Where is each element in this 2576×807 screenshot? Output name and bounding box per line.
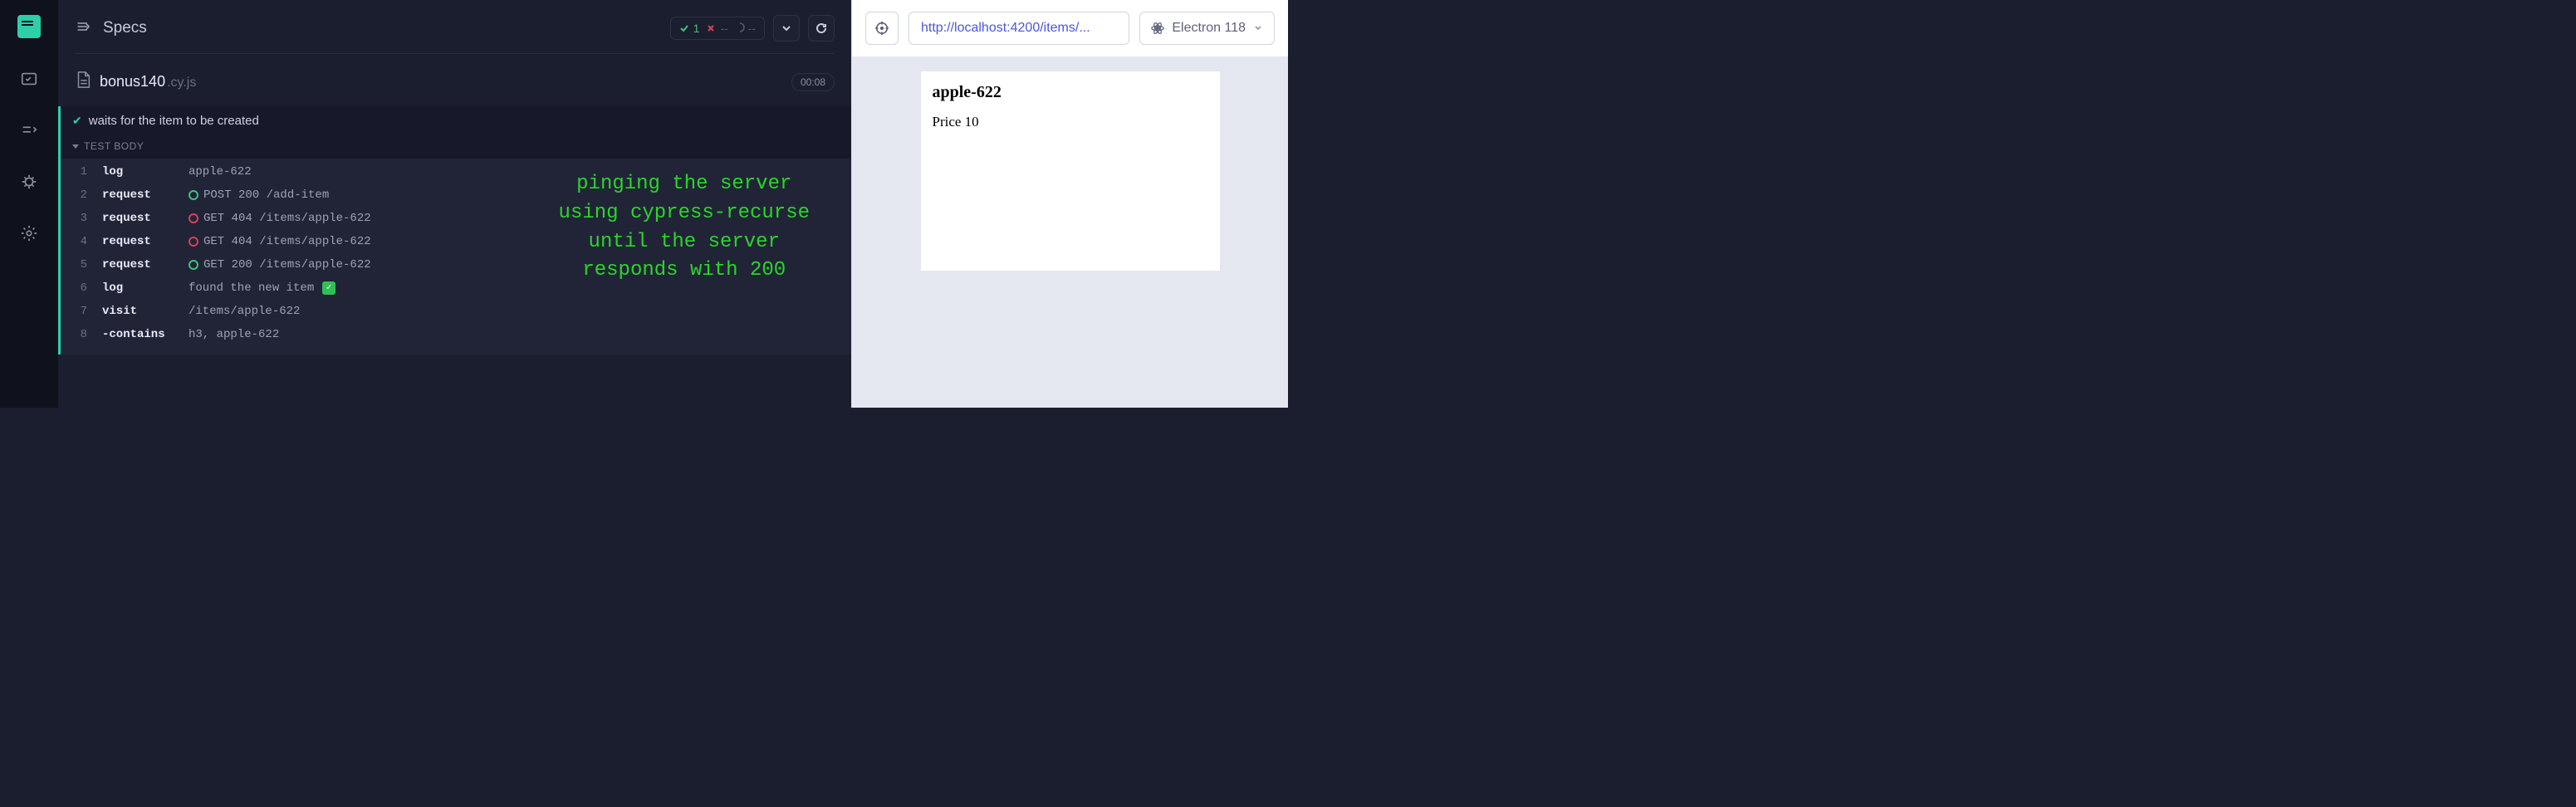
url-display[interactable]: http://localhost:4200/items/... — [908, 12, 1129, 45]
command-log: 1 log apple-622 2 request POST 200 /add-item 3… — [61, 159, 851, 355]
line-number: 1 — [72, 165, 87, 179]
selector-playground-button[interactable] — [865, 12, 899, 45]
command-row[interactable]: 3 request GET 404 /items/apple-622 — [61, 207, 851, 230]
command-name: request — [102, 258, 174, 271]
debug-nav-icon[interactable] — [18, 171, 40, 193]
command-name: request — [102, 235, 174, 248]
command-args: GET 200 /items/apple-622 — [189, 258, 371, 271]
command-row[interactable]: 6 log found the new item✓ — [61, 276, 851, 300]
spec-name: bonus140 — [100, 73, 165, 90]
command-name: request — [102, 188, 174, 202]
check-icon: ✔ — [72, 114, 82, 128]
pass-count: 1 — [679, 22, 700, 35]
command-args: found the new item✓ — [189, 281, 335, 295]
line-number: 7 — [72, 305, 87, 318]
success-badge-icon: ✓ — [322, 281, 335, 295]
runs-nav-icon[interactable] — [18, 120, 40, 141]
specs-nav-icon[interactable] — [18, 68, 40, 90]
line-number: 8 — [72, 328, 87, 341]
line-number: 6 — [72, 281, 87, 295]
item-price: Price 10 — [933, 114, 1208, 130]
command-name: request — [102, 212, 174, 225]
command-name: log — [102, 281, 174, 295]
command-args: apple-622 — [189, 165, 252, 179]
command-args: h3, apple-622 — [189, 328, 279, 341]
runner-top-row: Specs 1 -- -- — [58, 15, 851, 50]
chevron-down-button[interactable] — [773, 15, 800, 42]
chevron-down-icon — [72, 144, 79, 149]
command-args: /items/apple-622 — [189, 305, 300, 318]
line-number: 3 — [72, 212, 87, 225]
command-name: visit — [102, 305, 174, 318]
status-success-icon — [189, 190, 198, 200]
cypress-logo-icon — [17, 15, 41, 38]
run-status-box: 1 -- -- — [670, 17, 765, 40]
line-number: 4 — [72, 235, 87, 248]
preview-body: apple-622 Price 10 — [852, 56, 1288, 408]
command-row[interactable]: 1 log apple-622 — [61, 160, 851, 183]
file-icon — [75, 71, 91, 93]
status-success-icon — [189, 260, 198, 270]
test-block: ✔ waits for the item to be created TEST … — [58, 106, 851, 355]
fail-count: -- — [706, 22, 727, 35]
test-body-label[interactable]: TEST BODY — [61, 135, 851, 159]
command-name: -contains — [102, 328, 174, 341]
command-args: GET 404 /items/apple-622 — [189, 212, 371, 225]
timer-badge: 00:08 — [791, 73, 835, 91]
app-iconbar — [0, 0, 58, 408]
command-args: GET 404 /items/apple-622 — [189, 235, 371, 248]
pending-count: -- — [735, 22, 756, 35]
preview-panel: http://localhost:4200/items/... Electron… — [851, 0, 1288, 408]
command-args: POST 200 /add-item — [189, 188, 329, 202]
command-row[interactable]: 5 request GET 200 /items/apple-622 — [61, 253, 851, 276]
status-fail-icon — [189, 237, 198, 247]
status-fail-icon — [189, 213, 198, 223]
line-number: 2 — [72, 188, 87, 202]
spec-ext: .cy.js — [167, 76, 196, 90]
test-title-row[interactable]: ✔ waits for the item to be created — [61, 106, 851, 135]
app-under-test[interactable]: apple-622 Price 10 — [921, 71, 1220, 271]
command-name: log — [102, 165, 174, 179]
specs-title: Specs — [103, 19, 147, 37]
browser-selector[interactable]: Electron 118 — [1139, 12, 1275, 45]
command-row[interactable]: 2 request POST 200 /add-item — [61, 183, 851, 207]
spec-header: bonus140.cy.js 00:08 — [58, 54, 851, 101]
browser-name: Electron 118 — [1172, 21, 1246, 36]
line-number: 5 — [72, 258, 87, 271]
command-row[interactable]: 4 request GET 404 /items/apple-622 — [61, 230, 851, 253]
settings-nav-icon[interactable] — [18, 223, 40, 244]
test-title: waits for the item to be created — [89, 114, 259, 128]
command-row[interactable]: 7 visit/items/apple-622 — [61, 300, 851, 323]
item-heading: apple-622 — [933, 83, 1208, 102]
preview-toolbar: http://localhost:4200/items/... Electron… — [852, 0, 1288, 56]
rerun-button[interactable] — [808, 15, 835, 42]
runner-panel: Specs 1 -- -- — [58, 0, 851, 408]
collapse-icon[interactable] — [75, 20, 91, 37]
command-row[interactable]: 8 -contains h3, apple-622 — [61, 323, 851, 346]
